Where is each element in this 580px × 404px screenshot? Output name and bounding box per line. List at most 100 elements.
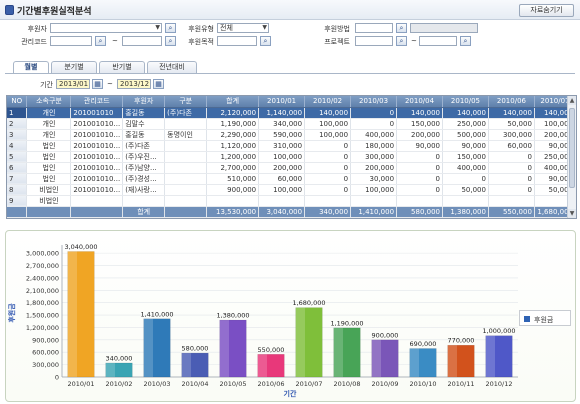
table-cell <box>304 195 352 207</box>
table-cell: 동명이인 <box>164 129 208 141</box>
bar-highlight <box>409 348 420 377</box>
project-to-search-button[interactable]: ⌕ <box>460 36 471 46</box>
table-cell <box>164 195 208 207</box>
table-cell: 60,000 <box>258 173 306 185</box>
table-cell: (주)경성... <box>122 173 166 185</box>
grid-scrollbar[interactable]: ▲ ▼ <box>567 96 576 218</box>
grid-col-header[interactable]: 소속구분 <box>26 96 72 108</box>
grid-col-header[interactable]: 2010/06 <box>488 96 535 108</box>
period-from-input[interactable]: 2013/01 <box>56 79 90 89</box>
table-cell: 0 <box>396 184 443 196</box>
table-cell: 150,000 <box>396 118 443 130</box>
row-number: 6 <box>7 162 28 174</box>
purpose-label: 후원목적 <box>188 38 214 46</box>
table-cell: 0 <box>304 162 352 174</box>
table-cell <box>164 140 208 152</box>
table-cell: 0 <box>304 140 352 152</box>
donor-search-button[interactable]: ⌕ <box>165 23 176 33</box>
table-cell: 법인 <box>26 140 72 152</box>
x-tick-label: 2010/08 <box>333 380 360 388</box>
table-cell: 201001010... <box>70 162 124 174</box>
project-from-input[interactable] <box>355 36 393 46</box>
bar-highlight <box>371 339 382 377</box>
table-row[interactable]: 2 개인 201001010... 김말수 1,190,000 340,000 100,00… <box>7 118 576 130</box>
grid-col-header[interactable]: 2010/01 <box>258 96 306 108</box>
table-cell: 2,700,000 <box>206 162 260 174</box>
table-cell: 0 <box>396 173 443 185</box>
grid-col-header[interactable]: NO <box>7 96 28 108</box>
tab-quarterly[interactable]: 분기별 <box>51 61 97 73</box>
payment-method-search-button[interactable]: ⌕ <box>396 23 407 33</box>
row-number: 9 <box>7 195 28 207</box>
legend-label: 후원금 <box>534 316 554 324</box>
hide-data-button[interactable]: 자료숨기기 <box>519 4 574 17</box>
table-cell: 340,000 <box>258 118 306 130</box>
chevron-down-icon[interactable]: ▼ <box>155 24 160 32</box>
project-to-input[interactable] <box>419 36 457 46</box>
table-cell: 201001010... <box>70 140 124 152</box>
scroll-down-icon[interactable]: ▼ <box>568 209 576 218</box>
table-row[interactable]: 1 개인 201001010 홍길동 (주)다존 2,120,000 1,140,000 14… <box>7 107 576 119</box>
table-cell <box>70 195 124 207</box>
table-row[interactable]: 3 개인 201001010... 홍길동 동명이인 2,290,000 590,000 10… <box>7 129 576 141</box>
grid-col-header[interactable]: 2010/05 <box>442 96 489 108</box>
tab-monthly[interactable]: 월별 <box>13 61 49 73</box>
payment-method-input[interactable] <box>355 23 393 33</box>
x-tick-label: 2010/05 <box>219 380 246 388</box>
table-cell: 180,000 <box>350 140 398 152</box>
bar-value-label: 770,000 <box>448 337 475 345</box>
calendar-icon[interactable]: ▦ <box>92 79 103 89</box>
tab-half-yearly[interactable]: 반기별 <box>99 61 145 73</box>
bar-highlight <box>333 327 344 377</box>
table-row[interactable]: 8 비법인 201001010... (재)사랑... 900,000 100,000 0 1… <box>7 184 576 196</box>
purpose-input[interactable] <box>217 36 257 46</box>
table-cell: 310,000 <box>258 140 306 152</box>
period-to-input[interactable]: 2013/12 <box>117 79 151 89</box>
donor-input[interactable]: ▼ <box>50 23 162 33</box>
y-tick-label: 900,000 <box>32 336 59 344</box>
table-cell <box>164 151 208 163</box>
table-cell: 140,000 <box>304 107 352 119</box>
total-cell: 13,530,000 <box>206 206 260 218</box>
project-from-search-button[interactable]: ⌕ <box>396 36 407 46</box>
grid-col-header[interactable]: 관리코드 <box>70 96 124 108</box>
table-cell <box>350 195 398 207</box>
table-cell: 30,000 <box>350 173 398 185</box>
grid-col-header[interactable]: 구분 <box>164 96 208 108</box>
mgmt-code-to-search-button[interactable]: ⌕ <box>165 36 176 46</box>
scroll-thumb[interactable] <box>569 108 575 188</box>
table-cell: (주)남양... <box>122 162 166 174</box>
purpose-search-button[interactable]: ⌕ <box>260 36 271 46</box>
table-cell: 1,200,000 <box>206 151 260 163</box>
table-cell: 590,000 <box>258 129 306 141</box>
mgmt-code-to-input[interactable] <box>122 36 162 46</box>
x-axis-title: 기간 <box>284 389 297 398</box>
tab-year-over-year[interactable]: 전년대비 <box>147 61 197 73</box>
total-cell: 1,410,000 <box>350 206 398 218</box>
total-cell: 340,000 <box>304 206 352 218</box>
grid-col-header[interactable]: 후원자 <box>122 96 166 108</box>
grid-col-header[interactable]: 2010/02 <box>304 96 352 108</box>
table-cell <box>206 195 260 207</box>
x-tick-label: 2010/04 <box>181 380 208 388</box>
scroll-up-icon[interactable]: ▲ <box>568 96 576 105</box>
table-row[interactable]: 5 법인 201001010... (주)우진... 1,200,000 100,000 0… <box>7 151 576 163</box>
table-cell: 510,000 <box>206 173 260 185</box>
grid-col-header[interactable]: 2010/03 <box>350 96 398 108</box>
grid-col-header[interactable]: 2010/04 <box>396 96 443 108</box>
x-tick-label: 2010/02 <box>105 380 132 388</box>
table-cell: 1,120,000 <box>206 140 260 152</box>
grid-header-row: NO 소속구분 관리코드 후원자 구분 합계 2010/01 2010/02 2010/03 20… <box>7 96 576 108</box>
table-cell: 0 <box>396 151 443 163</box>
table-row[interactable]: 4 법인 201001010... (주)다존 1,120,000 310,000 0 180… <box>7 140 576 152</box>
mgmt-code-from-input[interactable] <box>50 36 92 46</box>
table-row[interactable]: 9 비법인 <box>7 195 576 207</box>
donation-grid: NO 소속구분 관리코드 후원자 구분 합계 2010/01 2010/02 2010/03 20… <box>6 95 577 219</box>
table-row[interactable]: 7 법인 201001010... (주)경성... 510,000 60,000 0 30,… <box>7 173 576 185</box>
donation-type-select[interactable]: 전체 ▼ <box>217 23 269 33</box>
calendar-icon[interactable]: ▦ <box>153 79 164 89</box>
bar-value-label: 580,000 <box>182 345 209 353</box>
mgmt-code-from-search-button[interactable]: ⌕ <box>95 36 106 46</box>
grid-col-header[interactable]: 합계 <box>206 96 260 108</box>
table-row[interactable]: 6 법인 201001010... (주)남양... 2,700,000 200,000 0… <box>7 162 576 174</box>
